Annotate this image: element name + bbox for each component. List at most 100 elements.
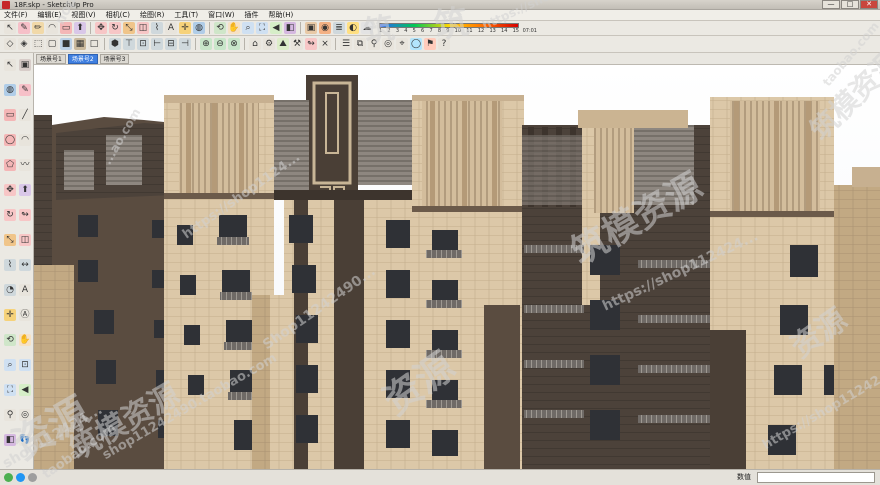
view-right-button[interactable]: ⊢	[151, 38, 163, 50]
zoom-extents-button[interactable]: ⛶	[256, 22, 268, 34]
solid-subtract-button[interactable]: ⊖	[214, 38, 226, 50]
materials-button[interactable]: ◉	[319, 22, 331, 34]
scale-button[interactable]: ⤡	[123, 22, 135, 34]
offset-tool-button[interactable]: ◫	[19, 234, 31, 246]
arc-button[interactable]: ◠	[46, 22, 58, 34]
previous-view-button[interactable]: ◀	[270, 22, 282, 34]
eraser-tool-button[interactable]: ✎	[19, 84, 31, 96]
geo-location-status-icon[interactable]	[4, 473, 13, 482]
line-tool-button[interactable]: ╱	[19, 109, 31, 121]
menu-tools[interactable]: 工具(T)	[174, 10, 198, 20]
tab-scene-3[interactable]: 场景号3	[99, 54, 130, 64]
outliner-button[interactable]: ☰	[340, 38, 352, 50]
user-status-icon[interactable]	[28, 473, 37, 482]
extension-button[interactable]: ⚙	[263, 38, 275, 50]
view-left-button[interactable]: ⊣	[179, 38, 191, 50]
help-button[interactable]: ?	[438, 38, 450, 50]
view-back-button[interactable]: ⊟	[165, 38, 177, 50]
pan-button[interactable]: ✋	[228, 22, 240, 34]
intersect-faces-button[interactable]: ⨯	[319, 38, 331, 50]
style-wireframe-button[interactable]: ⬚	[32, 38, 44, 50]
minimize-button[interactable]: —	[822, 0, 840, 9]
close-button[interactable]: ✕	[860, 0, 878, 9]
protractor-tool-button[interactable]: ◔	[4, 284, 16, 296]
components-button[interactable]: ▣	[305, 22, 317, 34]
position-camera-button[interactable]: ⌖	[396, 38, 408, 50]
select-tool-button[interactable]: ↖	[4, 59, 16, 71]
maximize-button[interactable]: □	[841, 0, 859, 9]
style-shaded-button[interactable]: ■	[60, 38, 72, 50]
pan-tool-button[interactable]: ✋	[19, 334, 31, 346]
move-button[interactable]: ✥	[95, 22, 107, 34]
walk-button[interactable]: ⚲	[368, 38, 380, 50]
rotate-button[interactable]: ↻	[109, 22, 121, 34]
section-plane-button[interactable]: ◧	[284, 22, 296, 34]
photo-match-button[interactable]: ⧉	[354, 38, 366, 50]
push-pull-button[interactable]: ⬆	[74, 22, 86, 34]
sandbox-button[interactable]: ⛰	[277, 38, 289, 50]
select-arrow-button[interactable]: ↖	[4, 22, 16, 34]
zoom-tool-button[interactable]: ⌕	[4, 359, 16, 371]
solid-union-button[interactable]: ⊕	[200, 38, 212, 50]
style-hidden-line-button[interactable]: ▢	[46, 38, 58, 50]
tab-scene-2[interactable]: 场景号2	[67, 54, 98, 64]
dynamic-component-button[interactable]: ⚒	[291, 38, 303, 50]
style-xray-button[interactable]: ◇	[4, 38, 16, 50]
previous-tool-button[interactable]: ◀	[19, 384, 31, 396]
section-tool-button[interactable]: ◧	[4, 434, 16, 446]
move-tool-button[interactable]: ✥	[4, 184, 16, 196]
shadow-time-slider[interactable]: 1 2 3 4 5 6 7 8 9 10 11 12 13 14 15 07:01	[379, 22, 537, 35]
rotate-tool-button[interactable]: ↻	[4, 209, 16, 221]
tape-measure-button[interactable]: ⌇	[151, 22, 163, 34]
follow-me-button[interactable]: ↬	[305, 38, 317, 50]
scale-tool-button[interactable]: ⤡	[4, 234, 16, 246]
walk-tool-button[interactable]: ⚲	[4, 409, 16, 421]
menu-edit[interactable]: 编辑(E)	[38, 10, 62, 20]
measurements-input[interactable]	[757, 472, 875, 483]
menu-file[interactable]: 文件(F)	[4, 10, 28, 20]
view-front-button[interactable]: ⊡	[137, 38, 149, 50]
shadows-button[interactable]: ◐	[347, 22, 359, 34]
freehand-tool-button[interactable]: 〰	[19, 159, 31, 171]
paint-bucket-button[interactable]: ◍	[193, 22, 205, 34]
warehouse-button[interactable]: ⌂	[249, 38, 261, 50]
menu-draw[interactable]: 绘图(R)	[140, 10, 164, 20]
style-backedges-button[interactable]: ◈	[18, 38, 30, 50]
look-around-button[interactable]: ◎	[382, 38, 394, 50]
layers-button[interactable]: ≣	[333, 22, 345, 34]
offset-button[interactable]: ◫	[137, 22, 149, 34]
tab-scene-1[interactable]: 场景号1	[36, 54, 66, 64]
paint-tool-button[interactable]: ◍	[4, 84, 16, 96]
menu-plugins[interactable]: 插件	[244, 10, 258, 20]
push-pull-tool-button[interactable]: ⬆	[19, 184, 31, 196]
orbit-tool-button[interactable]: ⟲	[4, 334, 16, 346]
rectangle-tool-button[interactable]: ▭	[4, 109, 16, 121]
style-textured-button[interactable]: ▦	[74, 38, 86, 50]
view-top-button[interactable]: ⊤	[123, 38, 135, 50]
footprints-tool-button[interactable]: 👣	[19, 434, 31, 446]
text-button[interactable]: A	[165, 22, 177, 34]
orbit-button[interactable]: ⟲	[214, 22, 226, 34]
3d-text-tool-button[interactable]: Ⓐ	[19, 309, 31, 321]
circle-tool-button[interactable]: ◯	[4, 134, 16, 146]
style-monochrome-button[interactable]: □	[88, 38, 100, 50]
credits-status-icon[interactable]	[16, 473, 25, 482]
follow-me-tool-button[interactable]: ↬	[19, 209, 31, 221]
tape-tool-button[interactable]: ⌇	[4, 259, 16, 271]
menu-window[interactable]: 窗口(W)	[208, 10, 234, 20]
fog-button[interactable]: ☁	[361, 22, 373, 34]
arc-tool-button[interactable]: ◠	[19, 134, 31, 146]
zoom-button[interactable]: ⌕	[242, 22, 254, 34]
shapes-button[interactable]: ▭	[60, 22, 72, 34]
pencil-button[interactable]: ✏	[32, 22, 44, 34]
make-component-tool-button[interactable]: ▣	[19, 59, 31, 71]
polygon-tool-button[interactable]: ⬠	[4, 159, 16, 171]
zoom-extents-tool-button[interactable]: ⛶	[4, 384, 16, 396]
solid-intersect-button[interactable]: ⊗	[228, 38, 240, 50]
geo-location-button[interactable]: ⚑	[424, 38, 436, 50]
view-iso-button[interactable]: ⬢	[109, 38, 121, 50]
menu-help[interactable]: 帮助(H)	[268, 10, 293, 20]
model-viewport[interactable]	[34, 65, 880, 469]
dimension-tool-button[interactable]: ↔	[19, 259, 31, 271]
axes-tool-button[interactable]: ✛	[4, 309, 16, 321]
